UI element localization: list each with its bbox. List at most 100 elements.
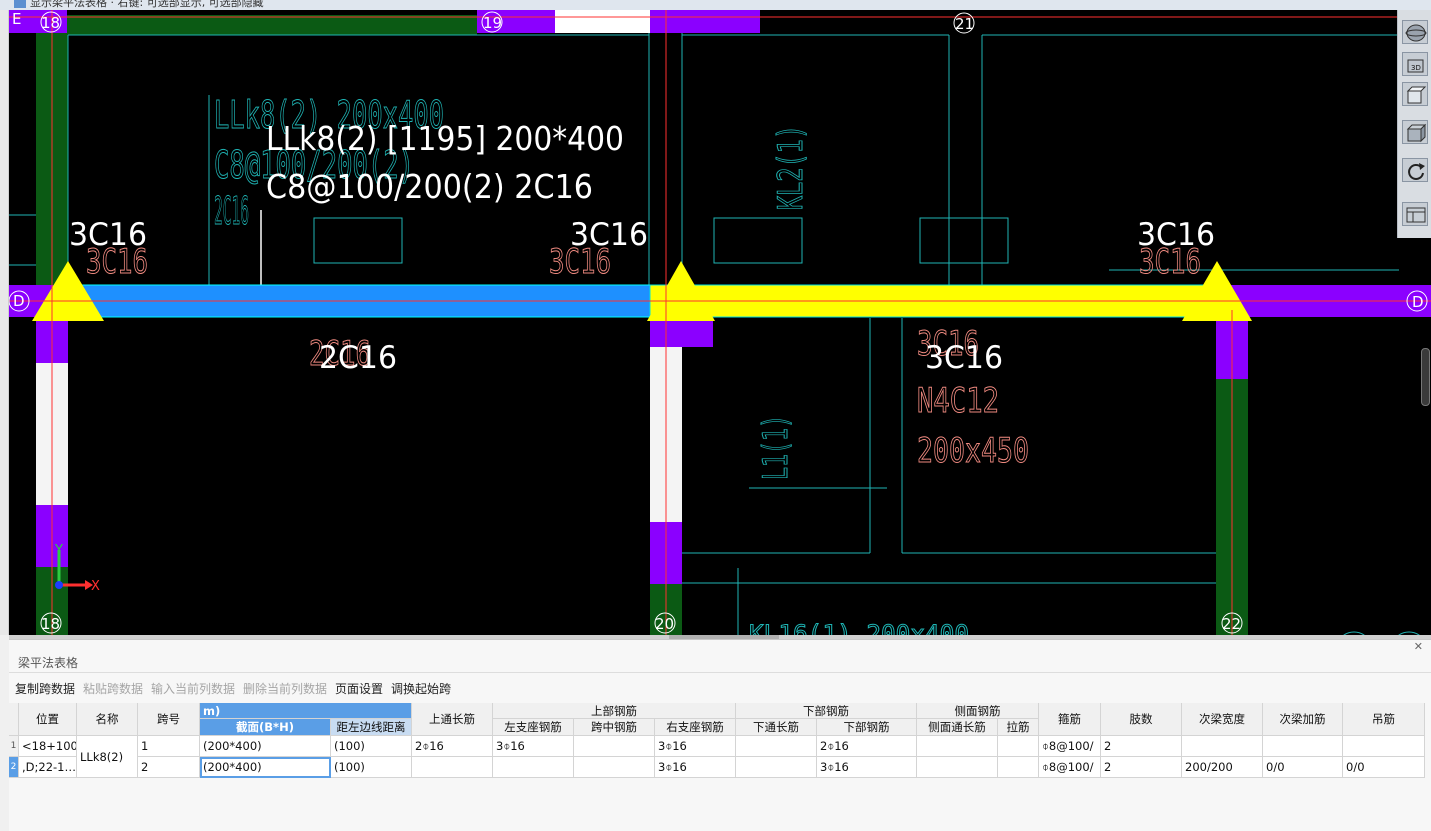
beam-white-top[interactable] — [555, 10, 650, 33]
beam-annotation-line2[interactable]: C8@100/200(2) 2C16 — [266, 167, 593, 206]
grid-strip-top — [36, 15, 477, 35]
cell-side-through[interactable] — [917, 757, 998, 778]
beam-annotation-line1[interactable]: LLk8(2) [1195] 200*400 — [266, 119, 624, 158]
cell-legs[interactable]: 2 — [1101, 757, 1182, 778]
cell-side-through[interactable] — [917, 736, 998, 757]
swap-start-span-button[interactable]: 调换起始跨 — [391, 680, 451, 697]
layout-button[interactable] — [1402, 202, 1428, 226]
cell-bottom-through[interactable] — [736, 757, 817, 778]
top-rebar-left[interactable]: 3C16 — [69, 217, 147, 253]
cad-drawing[interactable]: E 18 19 21 D D 18 20 22 LLk8(2) 200x400 … — [9, 10, 1431, 635]
cell-offset[interactable]: (100) — [331, 757, 412, 778]
close-icon[interactable]: ✕ — [1414, 640, 1423, 653]
cell-hanger[interactable]: 0/0 — [1343, 757, 1425, 778]
page-setup-button[interactable]: 页面设置 — [335, 680, 383, 697]
col-group-header-side[interactable]: 侧面钢筋 — [917, 703, 1039, 719]
cell-left-support[interactable] — [493, 757, 574, 778]
paste-span-data-button[interactable]: 粘贴跨数据 — [83, 680, 143, 697]
cell-bottom-through[interactable] — [736, 736, 817, 757]
rotate-button[interactable] — [1402, 158, 1428, 182]
view-3d-button[interactable]: 3D — [1402, 52, 1428, 76]
cell-right-support[interactable]: 3⌽16 — [655, 757, 736, 778]
cube-view-button[interactable] — [1402, 120, 1428, 144]
cell-name[interactable]: LLk8(2) — [77, 736, 138, 778]
ghost-l1-label: L1(1) — [756, 415, 796, 480]
rotate-icon — [1408, 163, 1425, 180]
col-header-legs[interactable]: 肢数 — [1101, 703, 1182, 736]
col-header-bottom-through[interactable]: 下通长筋 — [736, 719, 817, 736]
cell-legs[interactable]: 2 — [1101, 736, 1182, 757]
cell-left-support[interactable]: 3⌽16 — [493, 736, 574, 757]
column-d20-top[interactable] — [650, 317, 713, 347]
col-header-top-through[interactable]: 上通长筋 — [412, 703, 493, 736]
col-header-left-support[interactable]: 左支座钢筋 — [493, 719, 574, 736]
axis-label-18-bottom: 18 — [41, 615, 60, 633]
col-header-right-support[interactable]: 右支座钢筋 — [655, 719, 736, 736]
cell-top-through[interactable] — [412, 757, 493, 778]
left-dock-strip[interactable] — [0, 10, 9, 635]
col-group-header-top[interactable]: 上部钢筋 — [493, 703, 736, 719]
corner-cell — [9, 703, 19, 736]
cell-hanger[interactable] — [1343, 736, 1425, 757]
cell-tie[interactable] — [998, 757, 1039, 778]
delete-column-data-button[interactable]: 删除当前列数据 — [243, 680, 327, 697]
cell-stirrup[interactable]: ⌽8@100/ — [1039, 736, 1101, 757]
cell-bottom[interactable]: 3⌽16 — [817, 757, 917, 778]
cell-section-selected[interactable]: (200*400) — [200, 757, 331, 778]
input-column-data-button[interactable]: 输入当前列数据 — [151, 680, 235, 697]
cell-sec-width[interactable]: 200/200 — [1182, 757, 1263, 778]
copy-span-data-button[interactable]: 复制跨数据 — [15, 680, 75, 697]
cell-tie[interactable] — [998, 736, 1039, 757]
cell-top-through[interactable]: 2⌽16 — [412, 736, 493, 757]
orbit-button[interactable] — [1402, 20, 1428, 44]
view-3d-icon: 3D — [1407, 59, 1424, 73]
beam-size-text: 200x450 — [917, 431, 1029, 471]
window-title: 显示梁平法表格 · 右键: 可选部显示, 可选部隐藏 — [30, 0, 264, 9]
cell-position[interactable]: <18+100 — [19, 736, 77, 757]
col-header-stirrup[interactable]: 箍筋 — [1039, 703, 1101, 736]
box-view-button[interactable] — [1402, 82, 1428, 106]
top-rebar-mid[interactable]: 3C16 — [570, 217, 648, 253]
col-header-side-through[interactable]: 侧面通长筋 — [917, 719, 998, 736]
top-rebar-right[interactable]: 3C16 — [1137, 217, 1215, 253]
col-header-sec-add[interactable]: 次梁加筋 — [1263, 703, 1343, 736]
cell-sec-add[interactable] — [1263, 736, 1343, 757]
cell-sec-width[interactable] — [1182, 736, 1263, 757]
col-header-position[interactable]: 位置 — [19, 703, 77, 736]
col-header-mid[interactable]: 跨中钢筋 — [574, 719, 655, 736]
col-header-name[interactable]: 名称 — [77, 703, 138, 736]
row-number[interactable]: 2 — [9, 757, 19, 778]
layout-icon — [1406, 207, 1426, 223]
cell-stirrup[interactable]: ⌽8@100/ — [1039, 757, 1101, 778]
cell-mid[interactable] — [574, 736, 655, 757]
axis-label-22: 22 — [1222, 615, 1241, 633]
col-header-section[interactable]: 截面(B*H) — [200, 719, 331, 736]
cell-mid[interactable] — [574, 757, 655, 778]
ghost-kl16-label: KL16(1) 200x400 — [749, 620, 969, 635]
cell-offset[interactable]: (100) — [331, 736, 412, 757]
cell-bottom[interactable]: 2⌽16 — [817, 736, 917, 757]
ghost-bottom-rebar: 2C16 — [214, 189, 249, 233]
row-number[interactable]: 1 — [9, 736, 19, 757]
cad-drawing-canvas[interactable]: E 18 19 21 D D 18 20 22 LLk8(2) 200x400 … — [9, 10, 1431, 635]
canvas-scrollbar-thumb[interactable] — [1421, 348, 1430, 406]
col-header-bottom[interactable]: 下部钢筋 — [817, 719, 917, 736]
cell-span[interactable]: 2 — [138, 757, 200, 778]
cell-right-support[interactable]: 3⌽16 — [655, 736, 736, 757]
col-header-hanger[interactable]: 吊筋 — [1343, 703, 1425, 736]
col-header-tie[interactable]: 拉筋 — [998, 719, 1039, 736]
bottom-rebar-span2[interactable]: 3C16 — [925, 340, 1003, 376]
cell-section[interactable]: (200*400) — [200, 736, 331, 757]
cell-span[interactable]: 1 — [138, 736, 200, 757]
ghost-kl2-label: KL2(1) — [771, 125, 811, 210]
col-group-header-bottom[interactable]: 下部钢筋 — [736, 703, 917, 719]
panel-divider — [9, 672, 1431, 673]
axis-label-18-top: 18 — [41, 14, 60, 32]
bottom-rebar-span1[interactable]: 2C16 — [319, 340, 397, 376]
cell-position[interactable]: ,D;22-1… — [19, 757, 77, 778]
col-header-offset[interactable]: 距左边线距离 — [331, 719, 412, 736]
col-header-span[interactable]: 跨号 — [138, 703, 200, 736]
col-header-sec-width[interactable]: 次梁宽度 — [1182, 703, 1263, 736]
col-group-header-dimensions[interactable]: m) — [200, 703, 412, 719]
cell-sec-add[interactable]: 0/0 — [1263, 757, 1343, 778]
